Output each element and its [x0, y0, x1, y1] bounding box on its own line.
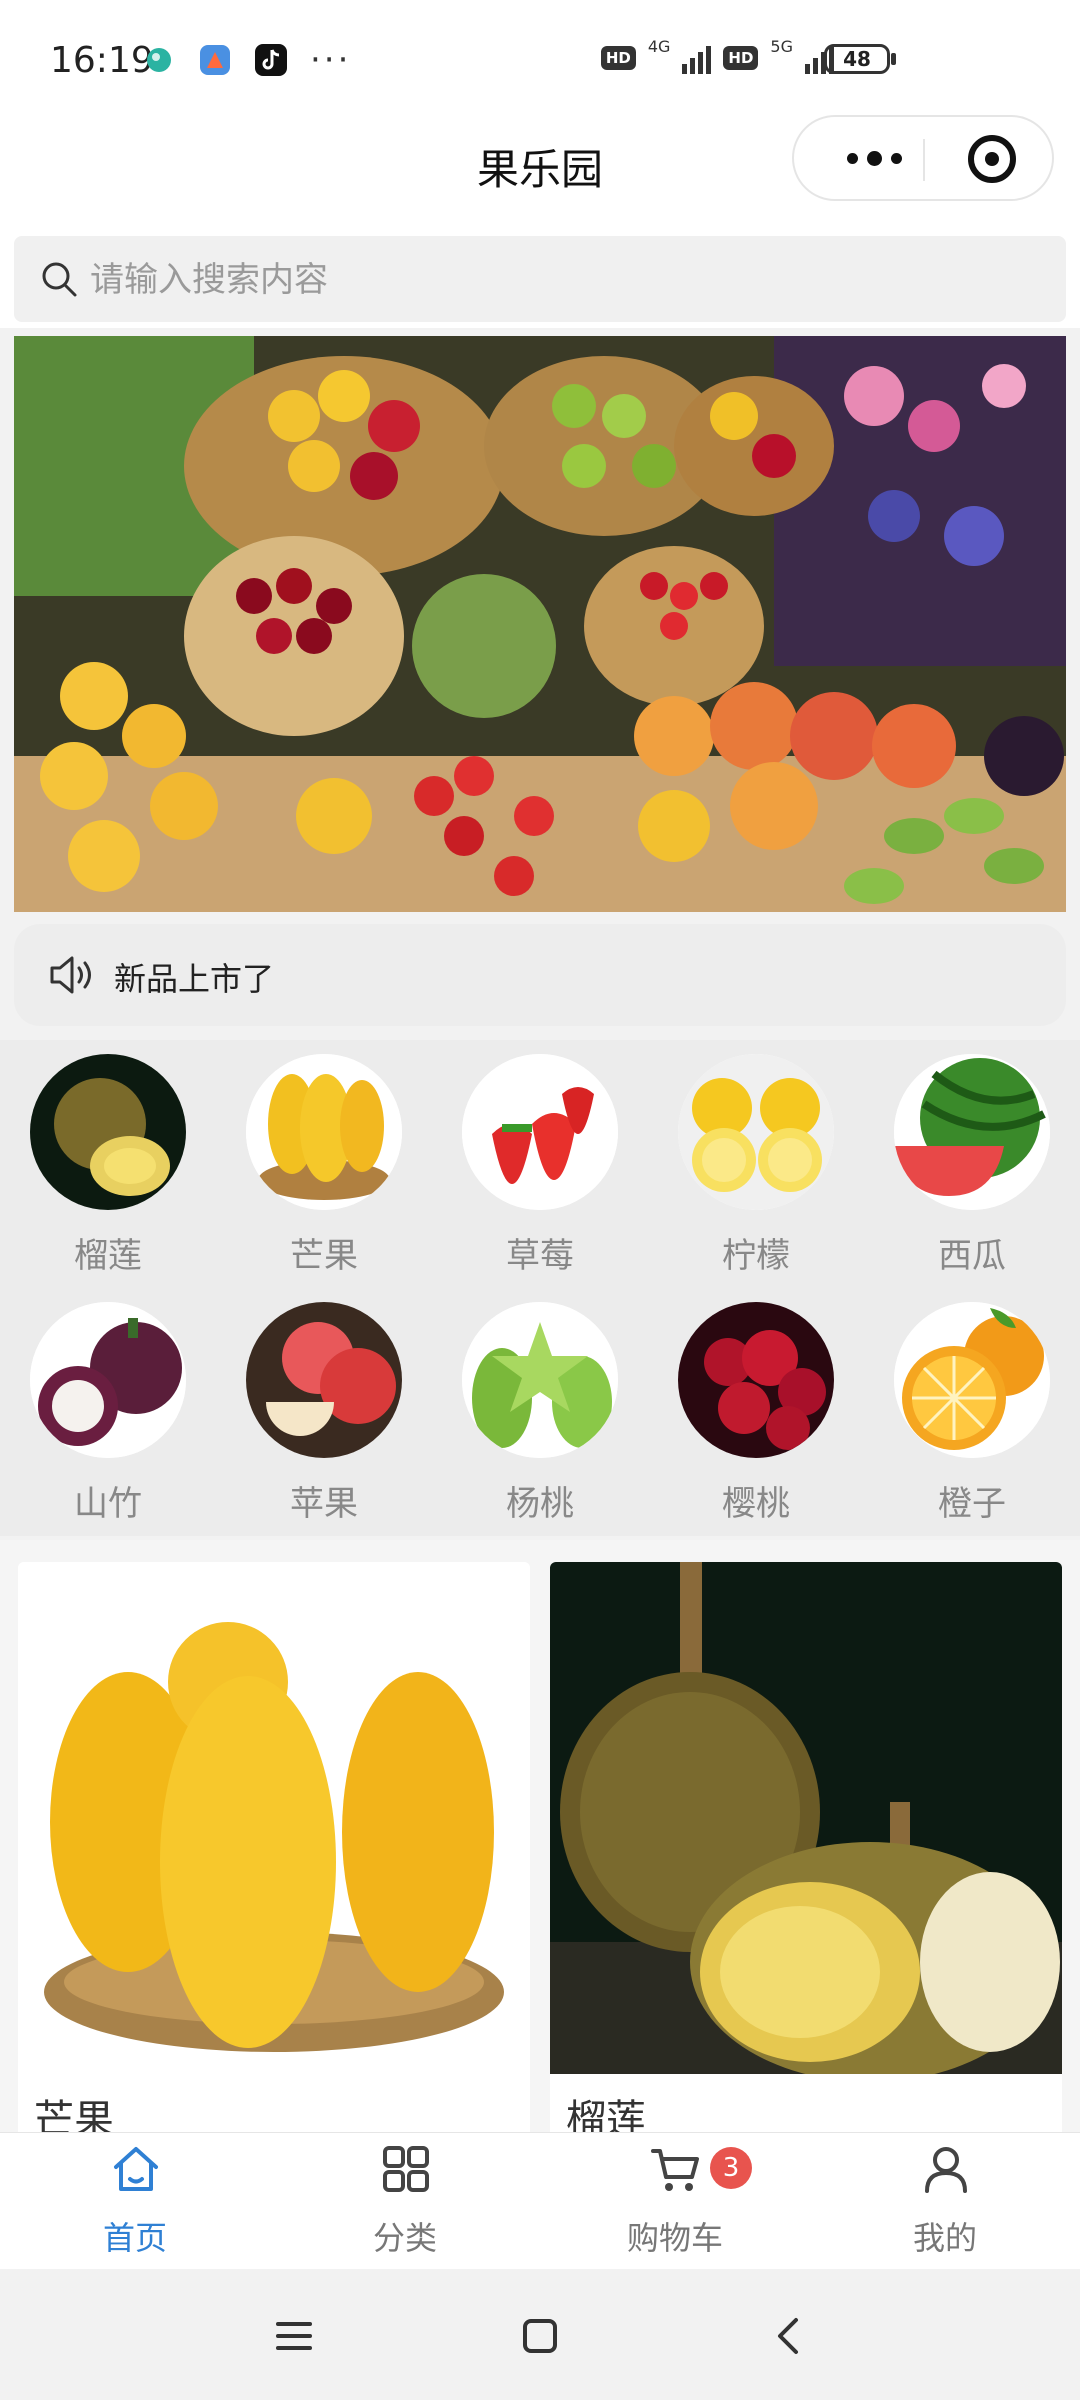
category-label: 山竹	[74, 1484, 142, 1524]
category-item-starfruit[interactable]: 杨桃	[432, 1288, 648, 1528]
cart-icon	[651, 2149, 699, 2191]
status-network: HD 4G HD 5G	[600, 37, 834, 74]
status-app-icons: ···	[142, 40, 351, 80]
compass-app-icon	[198, 43, 232, 77]
category-label: 草莓	[506, 1236, 574, 1276]
category-label: 樱桃	[722, 1484, 790, 1524]
category-label: 柠檬	[722, 1236, 790, 1276]
fruit-baskets-image	[14, 336, 1066, 912]
search-icon	[42, 262, 77, 297]
category-label: 杨桃	[506, 1484, 574, 1524]
search-bar	[0, 236, 1080, 328]
product-list: 芒果 榴莲	[0, 1540, 1080, 2132]
durian-thumbnail	[30, 1054, 186, 1210]
tab-label: 分类	[372, 2219, 437, 2257]
status-bar: 16:19 ··· HD 4G HD 5G 48	[0, 0, 1080, 112]
mangosteen-thumbnail	[30, 1302, 186, 1458]
system-nav-bar	[0, 2270, 1080, 2400]
category-label: 榴莲	[74, 1236, 142, 1276]
category-label: 芒果	[290, 1236, 358, 1276]
durian-product-image	[550, 1562, 1062, 2074]
tab-home[interactable]: 首页	[0, 2133, 270, 2269]
product-card-durian[interactable]: 榴莲	[550, 1562, 1062, 2132]
category-item-mango[interactable]: 芒果	[216, 1040, 432, 1280]
category-item-mangosteen[interactable]: 山竹	[0, 1288, 216, 1528]
battery-tip	[891, 53, 896, 65]
hd-badge: HD	[723, 46, 759, 70]
category-label: 西瓜	[938, 1236, 1006, 1276]
orange-thumbnail	[894, 1302, 1050, 1458]
home-square-icon[interactable]	[518, 2314, 562, 2358]
user-icon	[925, 2147, 967, 2193]
search-box[interactable]	[14, 236, 1066, 324]
notice-text: 新品上市了	[114, 960, 275, 998]
cart-badge: 3	[710, 2147, 752, 2189]
category-item-orange[interactable]: 橙子	[864, 1288, 1080, 1528]
back-icon[interactable]	[768, 2314, 812, 2358]
starfruit-thumbnail	[462, 1302, 618, 1458]
capsule-divider	[923, 139, 925, 181]
nav-bar: 果乐园	[0, 112, 1080, 236]
battery-icon: 48	[824, 44, 890, 74]
grid-icon	[383, 2146, 429, 2192]
watermelon-thumbnail	[894, 1054, 1050, 1210]
tab-label: 购物车	[626, 2219, 723, 2257]
globe-app-icon	[142, 43, 176, 77]
product-name: 芒果	[34, 2097, 114, 2132]
home-icon	[114, 2147, 158, 2191]
category-grid: 榴莲 芒果 草莓 柠檬 西瓜 山竹 苹果 杨桃 樱桃 橙子	[0, 1040, 1080, 1536]
close-target-icon[interactable]	[968, 135, 1016, 183]
banner-image[interactable]	[14, 336, 1066, 912]
category-label: 橙子	[938, 1484, 1006, 1524]
category-item-strawberry[interactable]: 草莓	[432, 1040, 648, 1280]
signal-icon	[682, 42, 712, 74]
lemon-thumbnail	[678, 1054, 834, 1210]
mango-thumbnail	[246, 1054, 402, 1210]
more-icon[interactable]	[830, 135, 918, 181]
tiktok-app-icon	[254, 43, 288, 77]
miniprogram-capsule	[792, 115, 1054, 201]
category-item-watermelon[interactable]: 西瓜	[864, 1040, 1080, 1280]
cherry-thumbnail	[678, 1302, 834, 1458]
status-more-icon: ···	[310, 40, 352, 80]
category-label: 苹果	[290, 1484, 358, 1524]
menu-icon[interactable]	[272, 2314, 316, 2358]
speaker-icon	[50, 956, 91, 994]
status-time: 16:19	[50, 40, 154, 81]
product-card-mango[interactable]: 芒果	[18, 1562, 530, 2132]
category-item-cherry[interactable]: 樱桃	[648, 1288, 864, 1528]
apple-thumbnail	[246, 1302, 402, 1458]
search-input[interactable]	[88, 236, 992, 324]
product-name: 榴莲	[566, 2097, 646, 2132]
strawberry-thumbnail	[462, 1054, 618, 1210]
category-item-apple[interactable]: 苹果	[216, 1288, 432, 1528]
tab-profile[interactable]: 我的	[810, 2133, 1080, 2269]
mango-product-image	[18, 1562, 530, 2074]
category-item-lemon[interactable]: 柠檬	[648, 1040, 864, 1280]
network-type: 5G	[770, 36, 793, 56]
tab-category[interactable]: 分类	[270, 2133, 540, 2269]
hd-badge: HD	[600, 46, 636, 70]
tab-cart[interactable]: 3 购物车	[540, 2133, 810, 2269]
category-item-durian[interactable]: 榴莲	[0, 1040, 216, 1280]
battery-level: 48	[843, 47, 871, 71]
network-type: 4G	[647, 36, 671, 56]
tab-label: 我的	[912, 2219, 977, 2257]
tab-bar: 首页 分类 3 购物车 我的	[0, 2132, 1080, 2269]
tab-label: 首页	[102, 2219, 167, 2257]
notice-bar[interactable]: 新品上市了	[14, 924, 1066, 1026]
